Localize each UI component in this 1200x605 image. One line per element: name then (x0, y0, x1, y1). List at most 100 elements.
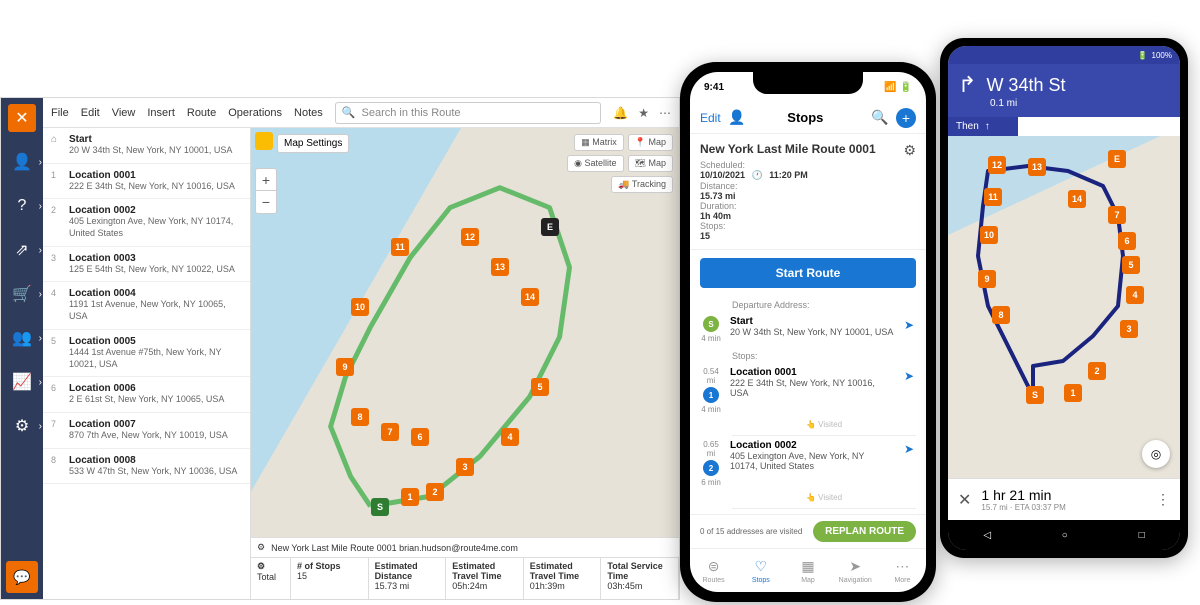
zoom-out-button[interactable]: − (256, 191, 276, 213)
map-marker[interactable]: 13 (491, 258, 509, 276)
android-recent-icon[interactable]: □ (1139, 530, 1145, 541)
menu-view[interactable]: View (112, 107, 136, 119)
android-home-icon[interactable]: ○ (1062, 530, 1068, 541)
map-marker[interactable]: 3 (456, 458, 474, 476)
bell-icon[interactable]: 🔔 (613, 106, 628, 120)
tab-more[interactable]: ⋯ More (879, 549, 926, 592)
replan-route-button[interactable]: REPLAN ROUTE (813, 521, 916, 542)
tracking-button[interactable]: 🚚 Tracking (611, 176, 673, 193)
search-input[interactable]: 🔍 Search in this Route (335, 102, 601, 124)
map-marker[interactable]: 7 (381, 423, 399, 441)
tab-map[interactable]: ▦ Map (784, 549, 831, 592)
recenter-button[interactable]: ◎ (1142, 440, 1170, 468)
nav-map-marker[interactable]: 14 (1068, 190, 1086, 208)
nav-more-icon[interactable]: ⋮ (1156, 491, 1170, 508)
stop-row[interactable]: 3 Location 0003 125 E 54th St, New York,… (43, 247, 250, 283)
tab-navigation[interactable]: ➤ Navigation (832, 549, 879, 592)
nav-map-marker[interactable]: 11 (984, 188, 1002, 206)
stop-row[interactable]: 1 Location 0001 222 E 34th St, New York,… (43, 164, 250, 200)
more-icon[interactable]: ⋯ (659, 106, 671, 120)
stop-row[interactable]: 2 Location 0002 405 Lexington Ave, New Y… (43, 199, 250, 246)
add-button[interactable]: + (896, 108, 916, 128)
map-marker[interactable]: 6 (411, 428, 429, 446)
stop-row[interactable]: 4 Location 0004 1191 1st Avenue, New Yor… (43, 282, 250, 329)
nav-map-marker[interactable]: 5 (1122, 256, 1140, 274)
menu-file[interactable]: File (51, 107, 69, 119)
matrix-button[interactable]: ▦ Matrix (574, 134, 624, 151)
nav-map-marker[interactable]: 6 (1118, 232, 1136, 250)
start-route-button[interactable]: Start Route (700, 258, 916, 288)
nav-map-marker[interactable]: 8 (992, 306, 1010, 324)
sidebar-cart-icon[interactable]: 🛒 (8, 280, 36, 308)
map-marker[interactable]: 2 (426, 483, 444, 501)
nav-map-marker[interactable]: 13 (1028, 158, 1046, 176)
menu-operations[interactable]: Operations (228, 107, 282, 119)
stop-row[interactable]: 8 Location 0008 533 W 47th St, New York,… (43, 449, 250, 485)
menu-notes[interactable]: Notes (294, 107, 323, 119)
close-navigation-button[interactable]: ✕ (958, 490, 971, 510)
menu-insert[interactable]: Insert (147, 107, 175, 119)
map-marker[interactable]: 4 (501, 428, 519, 446)
navigate-icon[interactable]: ➤ (900, 367, 918, 385)
map-marker-start[interactable]: S (371, 498, 389, 516)
ios-stop-row[interactable]: 0.65 mi26 min Location 0002405 Lexington… (690, 436, 926, 491)
map-marker[interactable]: 8 (351, 408, 369, 426)
map-marker[interactable]: 14 (521, 288, 539, 306)
ios-stop-row[interactable]: 0.54 mi14 min Location 0001222 E 34th St… (690, 363, 926, 418)
stop-row[interactable]: ⌂ Start 20 W 34th St, New York, NY 10001… (43, 128, 250, 164)
tab-stops[interactable]: ♡ Stops (737, 549, 784, 592)
stop-row[interactable]: 5 Location 0005 1444 1st Avenue #75th, N… (43, 330, 250, 377)
map-marker[interactable]: 12 (461, 228, 479, 246)
map-marker[interactable]: 10 (351, 298, 369, 316)
map-marker[interactable]: 1 (401, 488, 419, 506)
visited-label[interactable]: 👆 Visited (732, 491, 916, 509)
tab-routes[interactable]: ⊜ Routes (690, 549, 737, 592)
map-pane[interactable]: Map Settings + − ▦ Matrix 📍 Map ◉ Satell… (251, 128, 679, 599)
nav-map-marker[interactable]: 2 (1088, 362, 1106, 380)
map-marker[interactable]: 9 (336, 358, 354, 376)
map-button[interactable]: 📍 Map (628, 134, 673, 151)
sidebar-analytics-icon[interactable]: 📈 (8, 368, 36, 396)
android-back-icon[interactable]: ◁ (983, 530, 991, 541)
navigation-map[interactable]: ◎ 12 13 E 11 10 7 6 5 4 3 9 8 14 21 S (948, 136, 1180, 478)
sidebar-chat-icon[interactable]: 💬 (6, 561, 38, 593)
map-marker[interactable]: 5 (531, 378, 549, 396)
sidebar-add-user-icon[interactable]: 👤 (8, 148, 36, 176)
navigate-icon[interactable]: ➤ (900, 316, 918, 334)
ios-stops-list[interactable]: Departure Address: S4 min Start20 W 34th… (690, 296, 926, 514)
app-logo[interactable]: ✕ (8, 104, 36, 132)
zoom-in-button[interactable]: + (256, 169, 276, 191)
menu-edit[interactable]: Edit (81, 107, 100, 119)
route-settings-icon[interactable]: ⚙ (903, 142, 916, 159)
edit-button[interactable]: Edit (700, 111, 721, 125)
map-marker[interactable]: 11 (391, 238, 409, 256)
navigate-icon[interactable]: ➤ (900, 440, 918, 458)
search-icon[interactable]: 🔍 (870, 108, 890, 128)
stop-row[interactable]: 7 Location 0007 870 7th Ave, New York, N… (43, 413, 250, 449)
nav-map-marker[interactable]: S (1026, 386, 1044, 404)
sidebar-activity-icon[interactable]: ⇗ (8, 236, 36, 264)
driver-icon[interactable]: 👤 (727, 108, 747, 128)
nav-map-marker[interactable]: E (1108, 150, 1126, 168)
map-settings-button[interactable]: Map Settings (277, 134, 349, 153)
nav-map-marker[interactable]: 7 (1108, 206, 1126, 224)
star-icon[interactable]: ★ (638, 106, 649, 120)
sidebar-help-icon[interactable]: ? (8, 192, 36, 220)
stops-list-pane[interactable]: ⌂ Start 20 W 34th St, New York, NY 10001… (43, 128, 251, 599)
nav-map-marker[interactable]: 4 (1126, 286, 1144, 304)
nav-map-marker[interactable]: 12 (988, 156, 1006, 174)
satellite-button[interactable]: ◉ Satellite (567, 155, 623, 172)
nav-map-marker[interactable]: 9 (978, 270, 996, 288)
gear-icon[interactable]: ⚙ (257, 542, 265, 553)
sidebar-user-settings-icon[interactable]: ⚙ (8, 412, 36, 440)
nav-map-marker[interactable]: 1 (1064, 384, 1082, 402)
nav-map-marker[interactable]: 3 (1120, 320, 1138, 338)
map-type-button[interactable]: 🗺 Map (628, 155, 673, 172)
map-marker-end[interactable]: E (541, 218, 559, 236)
sidebar-team-icon[interactable]: 👥 (8, 324, 36, 352)
pegman-icon[interactable] (255, 132, 273, 150)
nav-map-marker[interactable]: 10 (980, 226, 998, 244)
menu-route[interactable]: Route (187, 107, 216, 119)
visited-label[interactable]: 👆 Visited (732, 418, 916, 436)
stop-row[interactable]: 6 Location 0006 2 E 61st St, New York, N… (43, 377, 250, 413)
